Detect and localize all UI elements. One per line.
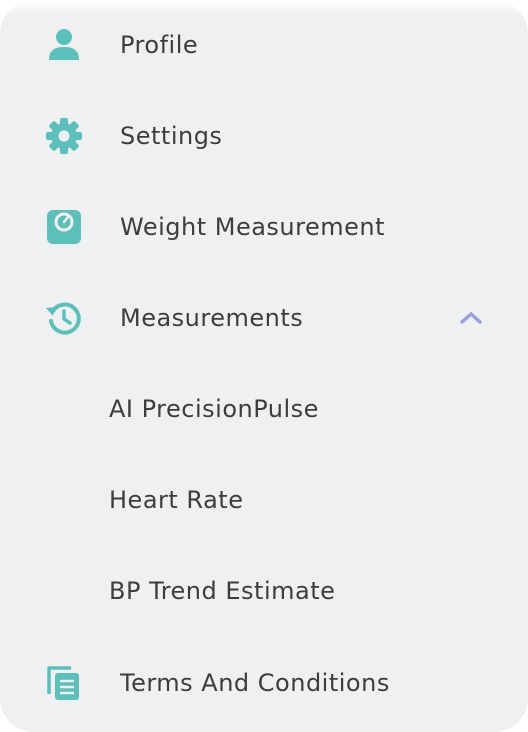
menu-item-label: Settings [120, 122, 223, 150]
menu-item-weight-measurement[interactable]: Weight Measurement [0, 192, 528, 262]
submenu-item-label: BP Trend Estimate [109, 577, 336, 605]
menu-item-settings[interactable]: Settings [0, 101, 528, 171]
menu-item-label: Weight Measurement [120, 213, 386, 241]
history-icon [45, 299, 83, 337]
navigation-drawer: Profile Settings Weight Measurement Meas… [0, 0, 528, 732]
submenu-item-label: AI PrecisionPulse [109, 395, 319, 423]
chevron-up-icon[interactable] [456, 305, 486, 331]
menu-item-profile[interactable]: Profile [0, 10, 528, 80]
menu-item-label: Terms And Conditions [120, 669, 390, 697]
submenu-item-heart-rate[interactable]: Heart Rate [0, 465, 528, 535]
submenu-item-label: Heart Rate [109, 486, 244, 514]
menu-item-measurements[interactable]: Measurements [0, 283, 528, 353]
menu-item-terms-and-conditions[interactable]: Terms And Conditions [0, 648, 528, 718]
submenu-item-ai-precisionpulse[interactable]: AI PrecisionPulse [0, 374, 528, 444]
document-icon [45, 664, 83, 702]
scale-icon [45, 208, 83, 246]
menu-item-label: Measurements [120, 304, 304, 332]
gear-icon [45, 117, 83, 155]
person-icon [45, 26, 83, 64]
submenu-item-bp-trend-estimate[interactable]: BP Trend Estimate [0, 556, 528, 626]
menu-item-label: Profile [120, 31, 199, 59]
